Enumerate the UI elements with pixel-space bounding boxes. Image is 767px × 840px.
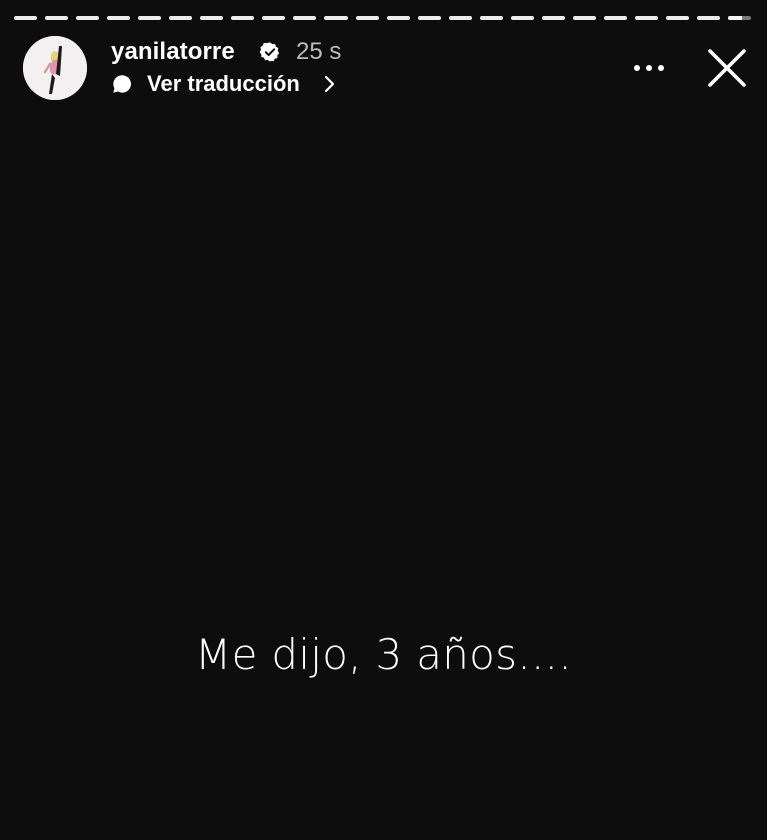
progress-segment-completed	[572, 16, 596, 20]
progress-segment-completed	[231, 16, 255, 20]
story-viewer[interactable]: yanilatorre 25 s Ver traducción Me dijo,…	[0, 0, 767, 840]
progress-segment-completed	[107, 16, 131, 20]
progress-segment-completed	[138, 16, 162, 20]
progress-segment-completed	[417, 16, 441, 20]
progress-segment-completed	[448, 16, 472, 20]
progress-segment-completed	[293, 16, 317, 20]
progress-segment-completed	[169, 16, 193, 20]
progress-segment-completed	[14, 16, 38, 20]
progress-segment-completed	[634, 16, 658, 20]
story-timestamp: 25 s	[296, 38, 342, 65]
story-progress-bar	[14, 16, 752, 20]
chevron-right-icon[interactable]	[322, 74, 336, 94]
progress-segment-completed	[386, 16, 410, 20]
progress-segment-completed	[665, 16, 690, 20]
avatar-photo-icon	[23, 36, 87, 100]
progress-segment-completed	[697, 16, 721, 20]
progress-segment-completed	[45, 16, 69, 20]
verified-badge-icon	[259, 42, 280, 62]
username[interactable]: yanilatorre	[111, 38, 235, 66]
progress-segment-completed	[76, 16, 100, 20]
profile-avatar[interactable]	[23, 36, 87, 100]
progress-segment-completed	[541, 16, 565, 20]
progress-segment-completed	[200, 16, 224, 20]
story-caption-text: Me dijo, 3 años....	[195, 630, 572, 679]
more-options-button[interactable]	[630, 56, 668, 80]
close-button[interactable]	[705, 46, 749, 90]
progress-segment-completed	[510, 16, 534, 20]
speech-bubble-icon	[113, 75, 131, 93]
progress-segment-fill	[728, 16, 742, 20]
progress-segment-completed	[603, 16, 627, 20]
progress-segment-completed	[262, 16, 286, 20]
see-translation-link[interactable]: Ver traducción	[147, 70, 300, 98]
progress-segment-completed	[479, 16, 503, 20]
progress-segment-current	[728, 16, 752, 20]
progress-segment-completed	[324, 16, 348, 20]
progress-segment-completed	[355, 16, 379, 20]
